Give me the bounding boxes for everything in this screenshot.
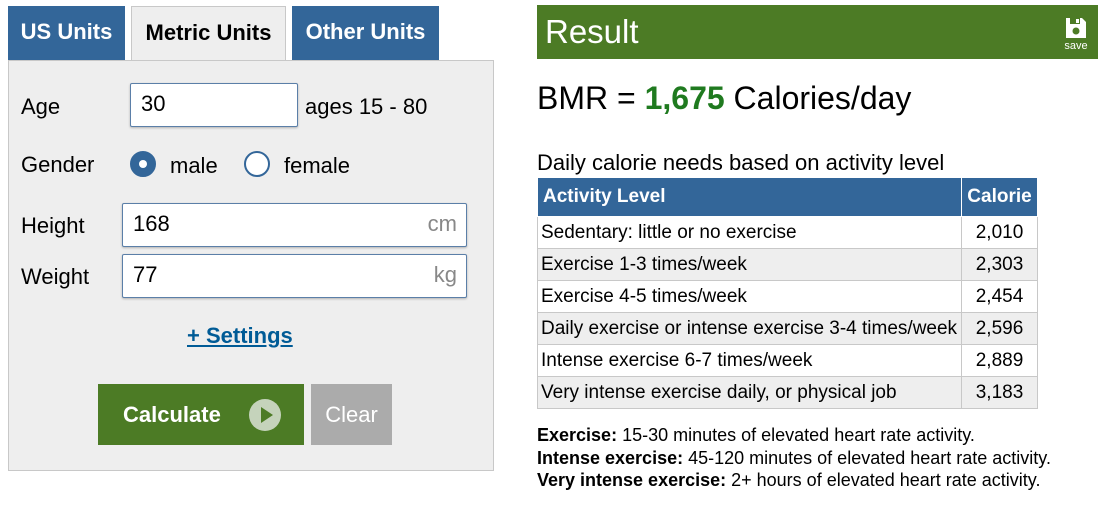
gender-male-label[interactable]: male (170, 153, 218, 179)
note-very-intense-exercise: Very intense exercise: 2+ hours of eleva… (537, 470, 1041, 490)
table-header-row: Activity Level Calorie (537, 177, 1038, 217)
bmr-value: 1,675 (644, 80, 725, 116)
table-row: Exercise 1-3 times/week 2,303 (537, 248, 1038, 281)
height-input[interactable]: 168 cm (122, 203, 467, 247)
table-row: Very intense exercise daily, or physical… (537, 376, 1038, 409)
age-value: 30 (141, 91, 166, 116)
note-exercise: Exercise: 15-30 minutes of elevated hear… (537, 425, 975, 445)
calorie-cell: 3,183 (961, 376, 1038, 409)
table-row: Daily exercise or intense exercise 3-4 t… (537, 312, 1038, 345)
result-title: Result (545, 13, 639, 50)
save-button[interactable]: save (1061, 16, 1091, 52)
table-row: Sedentary: little or no exercise 2,010 (537, 216, 1038, 249)
table-row: Exercise 4-5 times/week 2,454 (537, 280, 1038, 313)
activity-cell: Intense exercise 6-7 times/week (537, 344, 962, 377)
age-hint: ages 15 - 80 (305, 94, 428, 119)
gender-female-radio[interactable] (244, 151, 270, 177)
calculate-label: Calculate (123, 402, 221, 427)
activity-cell: Sedentary: little or no exercise (537, 216, 962, 249)
activity-cell: Daily exercise or intense exercise 3-4 t… (537, 312, 962, 345)
weight-unit: kg (433, 262, 457, 287)
activity-cell: Exercise 4-5 times/week (537, 280, 962, 313)
exercise-definitions: Exercise: 15-30 minutes of elevated hear… (537, 424, 1051, 492)
bmr-result: BMR = 1,675 Calories/day (537, 80, 911, 117)
bmr-prefix: BMR = (537, 80, 645, 116)
save-label: save (1064, 40, 1088, 52)
height-unit: cm (427, 211, 457, 236)
clear-button[interactable]: Clear (311, 384, 392, 445)
tab-us-units[interactable]: US Units (8, 6, 125, 60)
gender-female-label[interactable]: female (284, 153, 350, 179)
calorie-cell: 2,454 (961, 280, 1038, 313)
age-input[interactable]: 30 (130, 83, 298, 127)
weight-label: Weight (21, 264, 90, 289)
floppy-disk-icon (1066, 18, 1086, 38)
weight-input[interactable]: 77 kg (122, 254, 467, 298)
calorie-cell: 2,596 (961, 312, 1038, 345)
gender-male-radio[interactable] (130, 151, 156, 177)
note-intense-exercise: Intense exercise: 45-120 minutes of elev… (537, 447, 1051, 468)
calculate-button[interactable]: Calculate (98, 384, 304, 445)
header-activity-level: Activity Level (537, 177, 962, 217)
gender-label: Gender (21, 152, 95, 177)
header-calorie: Calorie (961, 177, 1038, 217)
bmr-suffix: Calories/day (724, 80, 912, 116)
age-label: Age (21, 94, 61, 119)
height-label: Height (21, 213, 85, 238)
tab-metric-units[interactable]: Metric Units (131, 6, 286, 62)
calorie-cell: 2,889 (961, 344, 1038, 377)
height-value: 168 (133, 211, 170, 236)
activity-cell: Very intense exercise daily, or physical… (537, 376, 962, 409)
table-row: Intense exercise 6-7 times/week 2,889 (537, 344, 1038, 377)
calorie-cell: 2,010 (961, 216, 1038, 249)
calculator-panel: Age 30 ages 15 - 80 Gender male female H… (8, 60, 494, 471)
activity-table: Activity Level Calorie Sedentary: little… (537, 177, 1038, 409)
activity-cell: Exercise 1-3 times/week (537, 248, 962, 281)
play-circle-icon (249, 399, 281, 431)
daily-needs-heading: Daily calorie needs based on activity le… (537, 150, 945, 175)
calorie-cell: 2,303 (961, 248, 1038, 281)
tab-other-units[interactable]: Other Units (292, 6, 439, 60)
settings-link[interactable]: + Settings (187, 323, 293, 349)
weight-value: 77 (133, 262, 158, 287)
result-header: Result save (537, 5, 1098, 59)
